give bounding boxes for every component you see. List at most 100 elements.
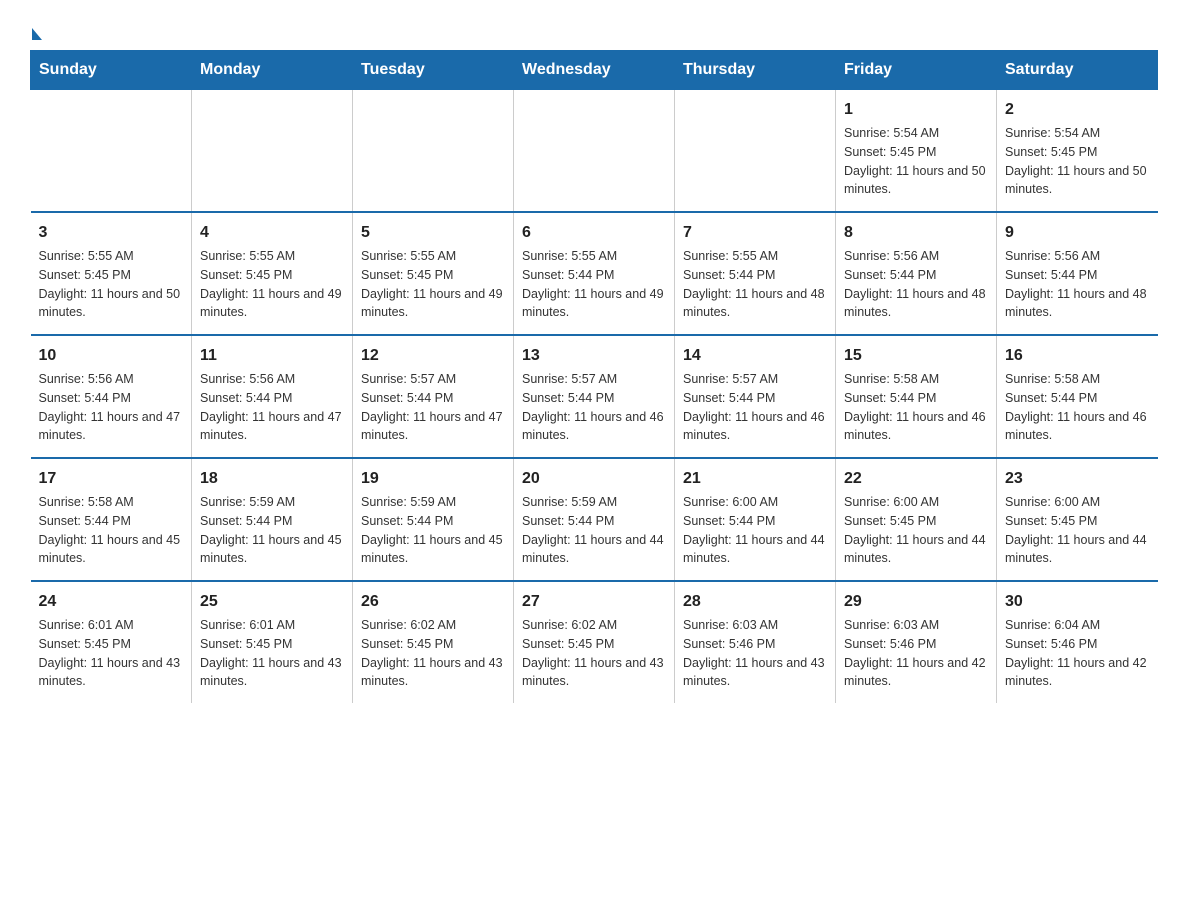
calendar-cell: 26Sunrise: 6:02 AMSunset: 5:45 PMDayligh… xyxy=(353,581,514,703)
day-number: 3 xyxy=(39,221,184,245)
day-number: 4 xyxy=(200,221,344,245)
calendar-cell: 19Sunrise: 5:59 AMSunset: 5:44 PMDayligh… xyxy=(353,458,514,581)
calendar-week-row: 17Sunrise: 5:58 AMSunset: 5:44 PMDayligh… xyxy=(31,458,1158,581)
calendar-cell: 27Sunrise: 6:02 AMSunset: 5:45 PMDayligh… xyxy=(514,581,675,703)
day-info: Sunrise: 5:57 AMSunset: 5:44 PMDaylight:… xyxy=(683,370,827,445)
day-number: 9 xyxy=(1005,221,1150,245)
day-number: 19 xyxy=(361,467,505,491)
day-info: Sunrise: 5:58 AMSunset: 5:44 PMDaylight:… xyxy=(844,370,988,445)
day-info: Sunrise: 6:01 AMSunset: 5:45 PMDaylight:… xyxy=(200,616,344,691)
day-number: 21 xyxy=(683,467,827,491)
day-number: 27 xyxy=(522,590,666,614)
day-info: Sunrise: 5:57 AMSunset: 5:44 PMDaylight:… xyxy=(522,370,666,445)
day-info: Sunrise: 6:00 AMSunset: 5:45 PMDaylight:… xyxy=(1005,493,1150,568)
calendar-cell: 12Sunrise: 5:57 AMSunset: 5:44 PMDayligh… xyxy=(353,335,514,458)
day-number: 1 xyxy=(844,98,988,122)
day-number: 25 xyxy=(200,590,344,614)
logo-triangle-icon xyxy=(32,28,42,40)
calendar-cell: 10Sunrise: 5:56 AMSunset: 5:44 PMDayligh… xyxy=(31,335,192,458)
day-info: Sunrise: 5:55 AMSunset: 5:44 PMDaylight:… xyxy=(522,247,666,322)
calendar-cell: 30Sunrise: 6:04 AMSunset: 5:46 PMDayligh… xyxy=(997,581,1158,703)
day-info: Sunrise: 5:58 AMSunset: 5:44 PMDaylight:… xyxy=(39,493,184,568)
page-header xyxy=(30,20,1158,40)
day-number: 2 xyxy=(1005,98,1150,122)
day-info: Sunrise: 5:57 AMSunset: 5:44 PMDaylight:… xyxy=(361,370,505,445)
day-info: Sunrise: 5:58 AMSunset: 5:44 PMDaylight:… xyxy=(1005,370,1150,445)
day-info: Sunrise: 5:59 AMSunset: 5:44 PMDaylight:… xyxy=(200,493,344,568)
day-number: 20 xyxy=(522,467,666,491)
calendar-cell: 13Sunrise: 5:57 AMSunset: 5:44 PMDayligh… xyxy=(514,335,675,458)
calendar-cell: 7Sunrise: 5:55 AMSunset: 5:44 PMDaylight… xyxy=(675,212,836,335)
day-info: Sunrise: 5:59 AMSunset: 5:44 PMDaylight:… xyxy=(361,493,505,568)
day-number: 22 xyxy=(844,467,988,491)
calendar-cell: 20Sunrise: 5:59 AMSunset: 5:44 PMDayligh… xyxy=(514,458,675,581)
day-number: 13 xyxy=(522,344,666,368)
calendar-cell xyxy=(31,90,192,213)
calendar-week-row: 10Sunrise: 5:56 AMSunset: 5:44 PMDayligh… xyxy=(31,335,1158,458)
calendar-cell: 17Sunrise: 5:58 AMSunset: 5:44 PMDayligh… xyxy=(31,458,192,581)
day-info: Sunrise: 6:02 AMSunset: 5:45 PMDaylight:… xyxy=(522,616,666,691)
calendar-cell: 24Sunrise: 6:01 AMSunset: 5:45 PMDayligh… xyxy=(31,581,192,703)
header-cell-saturday: Saturday xyxy=(997,51,1158,90)
day-info: Sunrise: 6:03 AMSunset: 5:46 PMDaylight:… xyxy=(844,616,988,691)
day-number: 11 xyxy=(200,344,344,368)
day-info: Sunrise: 5:54 AMSunset: 5:45 PMDaylight:… xyxy=(844,124,988,199)
calendar-cell: 18Sunrise: 5:59 AMSunset: 5:44 PMDayligh… xyxy=(192,458,353,581)
header-cell-monday: Monday xyxy=(192,51,353,90)
header-cell-friday: Friday xyxy=(836,51,997,90)
day-number: 23 xyxy=(1005,467,1150,491)
calendar-table: SundayMondayTuesdayWednesdayThursdayFrid… xyxy=(30,50,1158,703)
calendar-cell: 1Sunrise: 5:54 AMSunset: 5:45 PMDaylight… xyxy=(836,90,997,213)
calendar-header: SundayMondayTuesdayWednesdayThursdayFrid… xyxy=(31,51,1158,90)
calendar-cell: 29Sunrise: 6:03 AMSunset: 5:46 PMDayligh… xyxy=(836,581,997,703)
day-number: 15 xyxy=(844,344,988,368)
header-row: SundayMondayTuesdayWednesdayThursdayFrid… xyxy=(31,51,1158,90)
calendar-cell xyxy=(675,90,836,213)
day-number: 6 xyxy=(522,221,666,245)
day-number: 26 xyxy=(361,590,505,614)
day-info: Sunrise: 5:55 AMSunset: 5:44 PMDaylight:… xyxy=(683,247,827,322)
day-info: Sunrise: 5:56 AMSunset: 5:44 PMDaylight:… xyxy=(200,370,344,445)
calendar-cell: 28Sunrise: 6:03 AMSunset: 5:46 PMDayligh… xyxy=(675,581,836,703)
calendar-cell: 23Sunrise: 6:00 AMSunset: 5:45 PMDayligh… xyxy=(997,458,1158,581)
calendar-cell: 22Sunrise: 6:00 AMSunset: 5:45 PMDayligh… xyxy=(836,458,997,581)
day-info: Sunrise: 6:04 AMSunset: 5:46 PMDaylight:… xyxy=(1005,616,1150,691)
calendar-cell: 3Sunrise: 5:55 AMSunset: 5:45 PMDaylight… xyxy=(31,212,192,335)
day-number: 12 xyxy=(361,344,505,368)
calendar-cell: 15Sunrise: 5:58 AMSunset: 5:44 PMDayligh… xyxy=(836,335,997,458)
calendar-cell: 5Sunrise: 5:55 AMSunset: 5:45 PMDaylight… xyxy=(353,212,514,335)
day-info: Sunrise: 5:59 AMSunset: 5:44 PMDaylight:… xyxy=(522,493,666,568)
day-number: 17 xyxy=(39,467,184,491)
day-info: Sunrise: 6:03 AMSunset: 5:46 PMDaylight:… xyxy=(683,616,827,691)
calendar-cell: 21Sunrise: 6:00 AMSunset: 5:44 PMDayligh… xyxy=(675,458,836,581)
day-number: 8 xyxy=(844,221,988,245)
day-info: Sunrise: 5:55 AMSunset: 5:45 PMDaylight:… xyxy=(361,247,505,322)
day-info: Sunrise: 5:54 AMSunset: 5:45 PMDaylight:… xyxy=(1005,124,1150,199)
calendar-week-row: 1Sunrise: 5:54 AMSunset: 5:45 PMDaylight… xyxy=(31,90,1158,213)
day-number: 14 xyxy=(683,344,827,368)
calendar-cell: 4Sunrise: 5:55 AMSunset: 5:45 PMDaylight… xyxy=(192,212,353,335)
day-info: Sunrise: 5:56 AMSunset: 5:44 PMDaylight:… xyxy=(844,247,988,322)
day-info: Sunrise: 6:02 AMSunset: 5:45 PMDaylight:… xyxy=(361,616,505,691)
calendar-cell: 25Sunrise: 6:01 AMSunset: 5:45 PMDayligh… xyxy=(192,581,353,703)
calendar-cell xyxy=(353,90,514,213)
calendar-cell: 16Sunrise: 5:58 AMSunset: 5:44 PMDayligh… xyxy=(997,335,1158,458)
day-info: Sunrise: 6:01 AMSunset: 5:45 PMDaylight:… xyxy=(39,616,184,691)
header-cell-sunday: Sunday xyxy=(31,51,192,90)
day-number: 10 xyxy=(39,344,184,368)
logo xyxy=(30,28,44,40)
calendar-body: 1Sunrise: 5:54 AMSunset: 5:45 PMDaylight… xyxy=(31,90,1158,704)
day-info: Sunrise: 5:55 AMSunset: 5:45 PMDaylight:… xyxy=(39,247,184,322)
day-info: Sunrise: 5:56 AMSunset: 5:44 PMDaylight:… xyxy=(39,370,184,445)
header-cell-tuesday: Tuesday xyxy=(353,51,514,90)
day-info: Sunrise: 6:00 AMSunset: 5:44 PMDaylight:… xyxy=(683,493,827,568)
calendar-cell: 14Sunrise: 5:57 AMSunset: 5:44 PMDayligh… xyxy=(675,335,836,458)
day-number: 7 xyxy=(683,221,827,245)
day-number: 29 xyxy=(844,590,988,614)
day-number: 18 xyxy=(200,467,344,491)
calendar-cell: 9Sunrise: 5:56 AMSunset: 5:44 PMDaylight… xyxy=(997,212,1158,335)
day-number: 30 xyxy=(1005,590,1150,614)
day-info: Sunrise: 6:00 AMSunset: 5:45 PMDaylight:… xyxy=(844,493,988,568)
calendar-cell xyxy=(192,90,353,213)
day-info: Sunrise: 5:55 AMSunset: 5:45 PMDaylight:… xyxy=(200,247,344,322)
